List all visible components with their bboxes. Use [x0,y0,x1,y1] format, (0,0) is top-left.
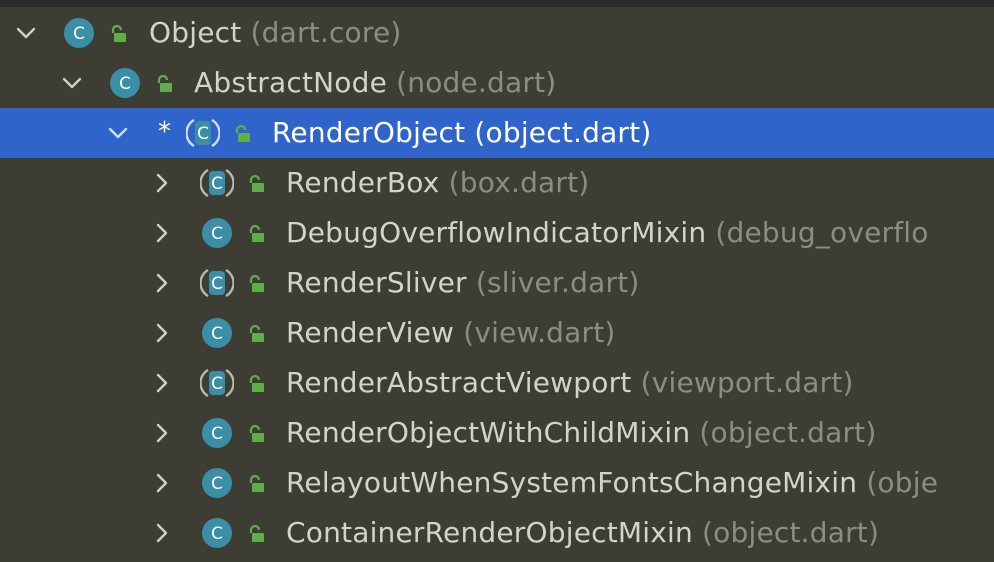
node-label: Object (dart.core) [149,17,402,49]
tree-node-relayout-when-system-fonts-change-mixin[interactable]: C RelayoutWhenSystemFontsChangeMixin (ob… [0,458,994,508]
abstract-class-icon: C [200,366,234,400]
svg-text:C: C [211,274,223,294]
svg-text:C: C [211,224,223,244]
source-file: (dart.core) [250,16,402,49]
public-lock-icon [246,424,266,444]
tree-node-render-abstract-viewport[interactable]: C RenderAbstractViewport (viewport.dart) [0,358,994,408]
class-icon: C [200,416,234,450]
public-lock-icon [246,274,266,294]
node-label: ContainerRenderObjectMixin (object.dart) [286,517,879,549]
svg-text:C: C [211,324,223,344]
tree-node-render-object[interactable]: * C RenderObject (object.dart) [0,108,994,158]
node-label: RenderSliver (sliver.dart) [286,267,640,299]
node-label: AbstractNode (node.dart) [194,67,556,99]
class-icon: C [200,516,234,550]
node-label: RenderBox (box.dart) [286,167,589,199]
class-name: RenderBox [286,166,440,199]
tree-node-container-render-object-mixin[interactable]: C ContainerRenderObjectMixin (object.dar… [0,508,994,558]
source-file: (debug_overflo [715,216,929,249]
public-lock-icon [246,224,266,244]
svg-text:C: C [73,24,85,44]
class-name: RenderObject [272,116,466,149]
svg-text:C: C [211,524,223,544]
svg-text:C: C [211,474,223,494]
source-file: (object.dart) [702,516,880,549]
chevron-right-icon[interactable] [150,221,174,245]
chevron-right-icon[interactable] [150,271,174,295]
panel-top-border [0,0,994,7]
class-icon: C [200,216,234,250]
class-icon: C [62,16,96,50]
class-name: ContainerRenderObjectMixin [286,516,693,549]
source-file: (view.dart) [463,316,616,349]
chevron-right-icon[interactable] [150,421,174,445]
source-file: (obje [866,466,939,499]
class-name: RenderSliver [286,266,467,299]
type-hierarchy-tree: C Object (dart.core) C AbstractNode (nod… [0,8,994,558]
class-name: RenderView [286,316,455,349]
public-lock-icon [108,24,128,44]
node-label: DebugOverflowIndicatorMixin (debug_overf… [286,217,929,249]
source-file: (node.dart) [396,66,557,99]
public-lock-icon [246,374,266,394]
class-name: RenderObjectWithChildMixin [286,416,691,449]
svg-text:C: C [197,124,209,144]
tree-node-debug-overflow-indicator-mixin[interactable]: C DebugOverflowIndicatorMixin (debug_ove… [0,208,994,258]
public-lock-icon [154,74,174,94]
tree-node-render-object-with-child-mixin[interactable]: C RenderObjectWithChildMixin (object.dar… [0,408,994,458]
class-icon: C [200,466,234,500]
tree-node-render-sliver[interactable]: C RenderSliver (sliver.dart) [0,258,994,308]
source-file: (viewport.dart) [640,366,854,399]
chevron-right-icon[interactable] [150,171,174,195]
source-file: (box.dart) [448,166,590,199]
svg-text:C: C [211,424,223,444]
abstract-class-icon: C [186,116,220,150]
public-lock-icon [246,174,266,194]
public-lock-icon [246,324,266,344]
public-lock-icon [246,524,266,544]
svg-text:C: C [119,74,131,94]
chevron-right-icon[interactable] [150,471,174,495]
svg-text:C: C [211,174,223,194]
node-label: RelayoutWhenSystemFontsChangeMixin (obje [286,467,938,499]
tree-node-render-box[interactable]: C RenderBox (box.dart) [0,158,994,208]
node-label: RenderObjectWithChildMixin (object.dart) [286,417,876,449]
class-icon: C [108,66,142,100]
class-name: DebugOverflowIndicatorMixin [286,216,707,249]
class-icon: C [200,316,234,350]
public-lock-icon [246,474,266,494]
source-file: (sliver.dart) [475,266,640,299]
class-name: AbstractNode [194,66,388,99]
chevron-right-icon[interactable] [150,371,174,395]
tree-node-abstract-node[interactable]: C AbstractNode (node.dart) [0,58,994,108]
class-name: RenderAbstractViewport [286,366,632,399]
focus-marker: * [158,117,171,147]
tree-node-render-view[interactable]: C RenderView (view.dart) [0,308,994,358]
source-file: (object.dart) [474,116,652,149]
node-label: RenderView (view.dart) [286,317,616,349]
node-label: RenderObject (object.dart) [272,117,651,149]
chevron-down-icon[interactable] [14,21,38,45]
public-lock-icon [232,124,252,144]
chevron-down-icon[interactable] [60,71,84,95]
source-file: (object.dart) [699,416,877,449]
tree-node-object[interactable]: C Object (dart.core) [0,8,994,58]
abstract-class-icon: C [200,166,234,200]
chevron-right-icon[interactable] [150,321,174,345]
node-label: RenderAbstractViewport (viewport.dart) [286,367,854,399]
class-name: Object [149,16,242,49]
abstract-class-icon: C [200,266,234,300]
class-name: RelayoutWhenSystemFontsChangeMixin [286,466,858,499]
chevron-down-icon[interactable] [106,121,130,145]
chevron-right-icon[interactable] [150,521,174,545]
svg-text:C: C [211,374,223,394]
